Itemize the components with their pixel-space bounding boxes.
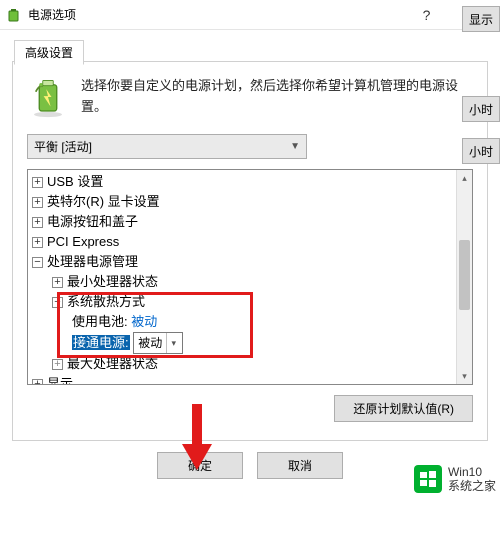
title-bar: 电源选项 ? ✕ — [0, 0, 500, 30]
dialog-body: 高级设置 选择你要自定义的电源计划，然后选择你希望计算机管理的电源设置。 平衡 … — [0, 30, 500, 491]
chevron-down-icon: ▼ — [290, 141, 300, 152]
window-title: 电源选项 — [28, 6, 404, 23]
expand-icon[interactable]: + — [32, 197, 43, 208]
cancel-button[interactable]: 取消 — [257, 452, 343, 479]
ok-button[interactable]: 确定 — [157, 452, 243, 479]
tree-label: 使用电池: — [72, 314, 128, 329]
bg-button[interactable]: 小时 — [462, 96, 500, 122]
tree-item[interactable]: USB 设置 — [47, 174, 103, 189]
tree-scrollbar[interactable]: ▴ ▾ — [456, 170, 472, 384]
scroll-down-icon[interactable]: ▾ — [457, 368, 472, 384]
tree-label-selected: 接通电源: — [72, 335, 130, 350]
tree-item[interactable]: 最大处理器状态 — [67, 356, 158, 371]
tree-item[interactable]: 电源按钮和盖子 — [47, 214, 138, 229]
expand-icon[interactable]: + — [32, 237, 43, 248]
expand-icon[interactable]: + — [32, 217, 43, 228]
power-plan-select[interactable]: 平衡 [活动] ▼ — [27, 134, 307, 159]
expand-icon[interactable]: + — [32, 379, 43, 385]
settings-tree[interactable]: + USB 设置 + 英特尔(R) 显卡设置 + 电源按钮和盖子 + PCI Expre… — [27, 169, 473, 385]
chevron-down-icon: ▾ — [166, 333, 180, 353]
tab-strip: 高级设置 — [12, 38, 488, 62]
tree-item[interactable]: 系统散热方式 — [67, 294, 145, 309]
power-plan-value: 平衡 [活动] — [34, 138, 92, 155]
battery-icon — [6, 7, 22, 23]
help-button[interactable]: ? — [404, 0, 449, 30]
tree-item[interactable]: 显示 — [47, 376, 73, 385]
tree-value-battery[interactable]: 被动 — [131, 314, 157, 329]
restore-defaults-button[interactable]: 还原计划默认值(R) — [334, 395, 473, 422]
scroll-thumb[interactable] — [459, 240, 470, 310]
collapse-icon[interactable]: − — [32, 257, 43, 268]
bg-button[interactable]: 显示 — [462, 6, 500, 32]
battery-large-icon — [27, 76, 69, 118]
intro-row: 选择你要自定义的电源计划，然后选择你希望计算机管理的电源设置。 — [27, 76, 473, 118]
tab-panel: 选择你要自定义的电源计划，然后选择你希望计算机管理的电源设置。 平衡 [活动] … — [12, 61, 488, 441]
intro-text: 选择你要自定义的电源计划，然后选择你希望计算机管理的电源设置。 — [81, 76, 473, 118]
tab-advanced[interactable]: 高级设置 — [14, 40, 84, 65]
tree-item[interactable]: PCI Express — [47, 234, 119, 249]
tree-item[interactable]: 英特尔(R) 显卡设置 — [47, 194, 160, 209]
collapse-icon[interactable]: − — [52, 297, 63, 308]
expand-icon[interactable]: + — [52, 359, 63, 370]
tree-item[interactable]: 最小处理器状态 — [67, 274, 158, 289]
cooling-plugged-select[interactable]: 被动▾ — [133, 332, 183, 354]
dialog-buttons: 确定 取消 — [12, 452, 488, 479]
bg-button[interactable]: 小时 — [462, 138, 500, 164]
scroll-up-icon[interactable]: ▴ — [457, 170, 472, 186]
tree-item[interactable]: 处理器电源管理 — [47, 254, 138, 269]
expand-icon[interactable]: + — [52, 277, 63, 288]
expand-icon[interactable]: + — [32, 177, 43, 188]
